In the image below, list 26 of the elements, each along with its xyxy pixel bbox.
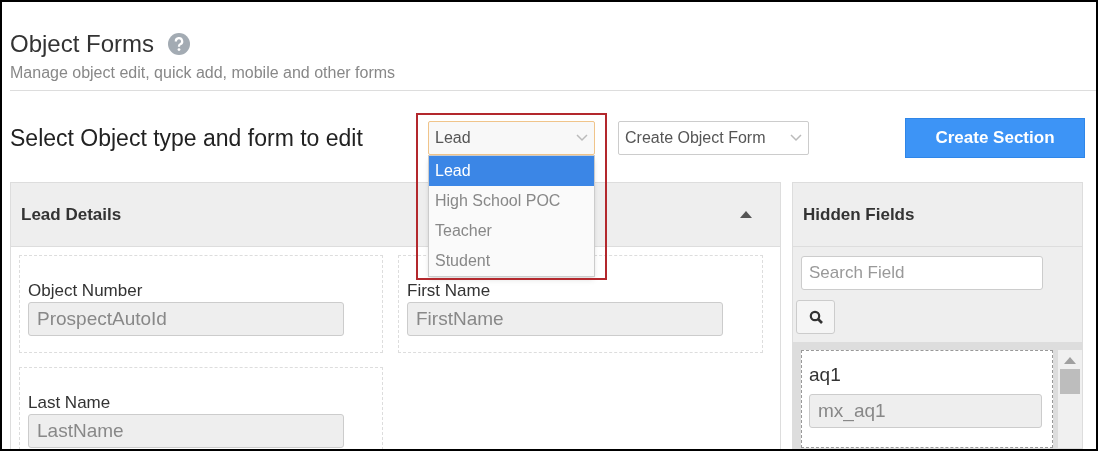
dropdown-option[interactable]: Teacher	[429, 216, 594, 246]
panel-title: Hidden Fields	[803, 203, 915, 226]
scrollbar[interactable]	[1058, 350, 1082, 448]
page-subtitle: Manage object edit, quick add, mobile and other forms	[10, 63, 397, 83]
help-icon[interactable]	[168, 33, 191, 55]
chevron-down-icon	[790, 134, 802, 142]
search-field[interactable]: Search Field	[801, 256, 1043, 290]
object-type-select[interactable]: Lead	[428, 121, 595, 155]
section-title: Lead Details	[21, 203, 122, 226]
scrollbar-thumb[interactable]	[1060, 369, 1080, 394]
dropdown-option[interactable]: High School POC	[429, 186, 594, 216]
chevron-down-icon	[576, 134, 588, 142]
page-title: Object Forms	[10, 30, 155, 58]
field-label: Object Number	[28, 281, 143, 300]
field-label: First Name	[407, 281, 491, 300]
form-select[interactable]: Create Object Form	[618, 121, 809, 155]
create-section-button[interactable]: Create Section	[905, 118, 1085, 158]
dropdown-option[interactable]: Lead	[429, 156, 594, 186]
dropdown-option[interactable]: Student	[429, 246, 594, 276]
field-label: aq1	[809, 364, 841, 386]
search-icon	[808, 310, 823, 324]
scroll-up-arrow-icon[interactable]	[1064, 357, 1076, 364]
search-button[interactable]	[796, 300, 835, 334]
field-label: Last Name	[28, 393, 111, 412]
caret-up-icon[interactable]	[740, 211, 752, 218]
toolbar-label: Select Object type and form to edit	[10, 124, 363, 151]
